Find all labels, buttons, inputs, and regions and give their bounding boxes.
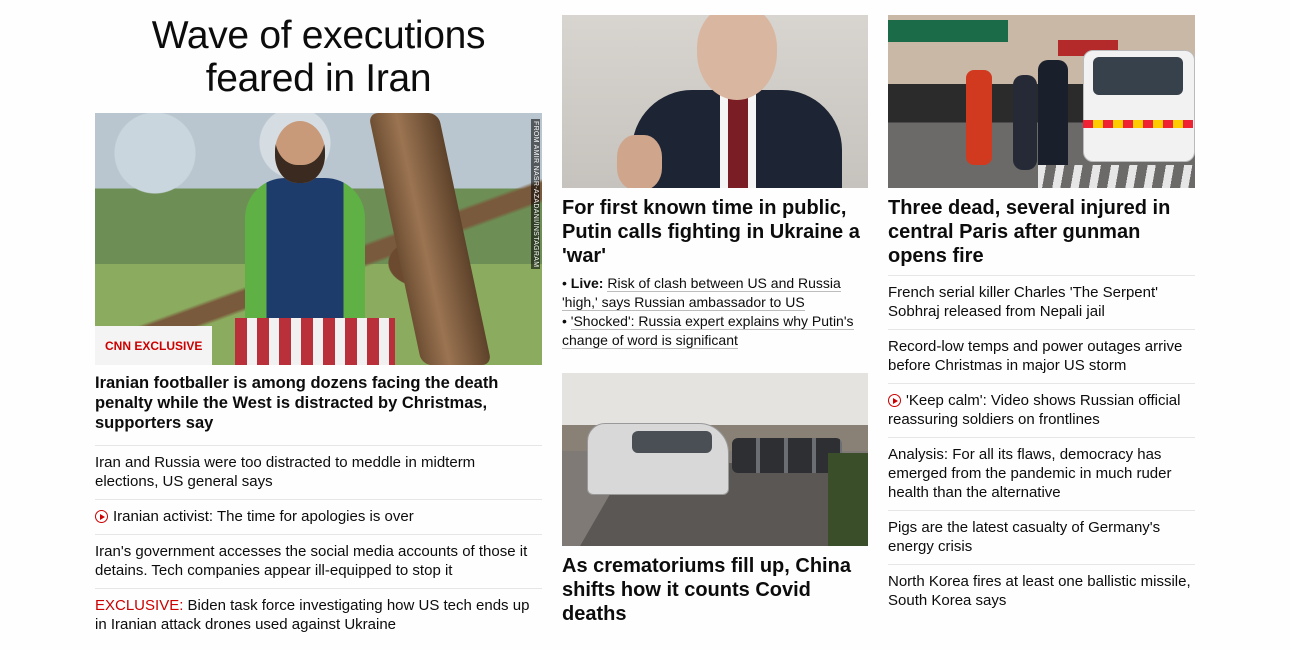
paris-headline[interactable]: Three dead, several injured in central P… bbox=[888, 196, 1195, 268]
putin-headline[interactable]: For first known time in public, Putin ca… bbox=[562, 196, 868, 268]
lead-caption[interactable]: Iranian footballer is among dozens facin… bbox=[95, 373, 542, 433]
list-item-text: Pigs are the latest casualty of Germany'… bbox=[888, 519, 1161, 555]
play-icon bbox=[888, 394, 901, 407]
list-item[interactable]: Pigs are the latest casualty of Germany'… bbox=[888, 510, 1195, 564]
footballer-head bbox=[275, 121, 325, 183]
exclusive-badge: CNN EXCLUSIVE bbox=[95, 326, 213, 365]
officer-figure bbox=[1038, 60, 1068, 180]
parked-cars bbox=[732, 438, 842, 473]
live-label: Live: bbox=[570, 275, 604, 291]
truck-window bbox=[1093, 57, 1183, 95]
list-item-text: Iran's government accesses the social me… bbox=[95, 543, 528, 579]
lead-title[interactable]: Wave of executions feared in Iran bbox=[95, 14, 542, 100]
firefighter-figure bbox=[966, 70, 992, 165]
sub-link-text: 'Shocked': Russia expert explains why Pu… bbox=[562, 313, 854, 349]
list-item-text: Record-low temps and power outages arriv… bbox=[888, 338, 1183, 374]
list-item-text: 'Keep calm': Video shows Russian officia… bbox=[888, 392, 1181, 428]
list-item-text: Analysis: For all its flaws, democracy h… bbox=[888, 446, 1172, 501]
list-item-text: Iranian activist: The time for apologies… bbox=[113, 508, 414, 525]
awning-shape bbox=[888, 20, 1008, 42]
sub-link-text: Risk of clash between US and Russia 'hig… bbox=[562, 275, 841, 311]
news-page: Wave of executions feared in Iran FROM A… bbox=[0, 0, 1290, 650]
tie-shape bbox=[728, 97, 748, 188]
list-item[interactable]: Analysis: For all its flaws, democracy h… bbox=[888, 437, 1195, 510]
list-item[interactable]: French serial killer Charles 'The Serpen… bbox=[888, 275, 1195, 329]
list-item[interactable]: 'Keep calm': Video shows Russian officia… bbox=[888, 383, 1195, 437]
right-column: Three dead, several injured in central P… bbox=[888, 15, 1195, 618]
truck-stripe bbox=[1083, 120, 1193, 128]
bush-shape bbox=[828, 453, 868, 546]
photo-credit: FROM AMIR NASR-AZADANI/INSTAGRAM bbox=[531, 119, 540, 270]
list-item-text: Iran and Russia were too distracted to m… bbox=[95, 454, 476, 490]
crosswalk bbox=[1038, 165, 1195, 188]
list-item[interactable]: Iran and Russia were too distracted to m… bbox=[95, 445, 542, 499]
list-item[interactable]: Iranian activist: The time for apologies… bbox=[95, 499, 542, 534]
middle-column: For first known time in public, Putin ca… bbox=[562, 15, 868, 632]
exclusive-label: EXCLUSIVE: bbox=[95, 597, 184, 614]
hand-shape bbox=[617, 135, 662, 188]
sub-link[interactable]: • Live: Risk of clash between US and Rus… bbox=[562, 274, 868, 312]
crematorium-image[interactable] bbox=[562, 373, 868, 546]
head-shape bbox=[697, 15, 777, 100]
right-related-list: French serial killer Charles 'The Serpen… bbox=[888, 275, 1195, 618]
van-window bbox=[632, 431, 712, 453]
paris-image[interactable] bbox=[888, 15, 1195, 188]
officer-figure bbox=[1013, 75, 1037, 170]
list-item[interactable]: North Korea fires at least one ballistic… bbox=[888, 564, 1195, 618]
china-headline[interactable]: As crematoriums fill up, China shifts ho… bbox=[562, 554, 868, 626]
sub-link[interactable]: • 'Shocked': Russia expert explains why … bbox=[562, 312, 868, 350]
play-icon bbox=[95, 510, 108, 523]
list-item-text: French serial killer Charles 'The Serpen… bbox=[888, 284, 1158, 320]
list-item-text: North Korea fires at least one ballistic… bbox=[888, 573, 1191, 609]
lead-image[interactable]: FROM AMIR NASR-AZADANI/INSTAGRAM CNN EXC… bbox=[95, 113, 542, 365]
putin-image[interactable] bbox=[562, 15, 868, 188]
list-item[interactable]: Record-low temps and power outages arriv… bbox=[888, 329, 1195, 383]
putin-sub-links: • Live: Risk of clash between US and Rus… bbox=[562, 274, 868, 350]
lead-related-list: Iran and Russia were too distracted to m… bbox=[95, 445, 542, 642]
list-item[interactable]: EXCLUSIVE: Biden task force investigatin… bbox=[95, 588, 542, 642]
list-item[interactable]: Iran's government accesses the social me… bbox=[95, 534, 542, 588]
footballer-shorts bbox=[235, 318, 395, 365]
lead-story-column: Wave of executions feared in Iran FROM A… bbox=[95, 14, 542, 642]
